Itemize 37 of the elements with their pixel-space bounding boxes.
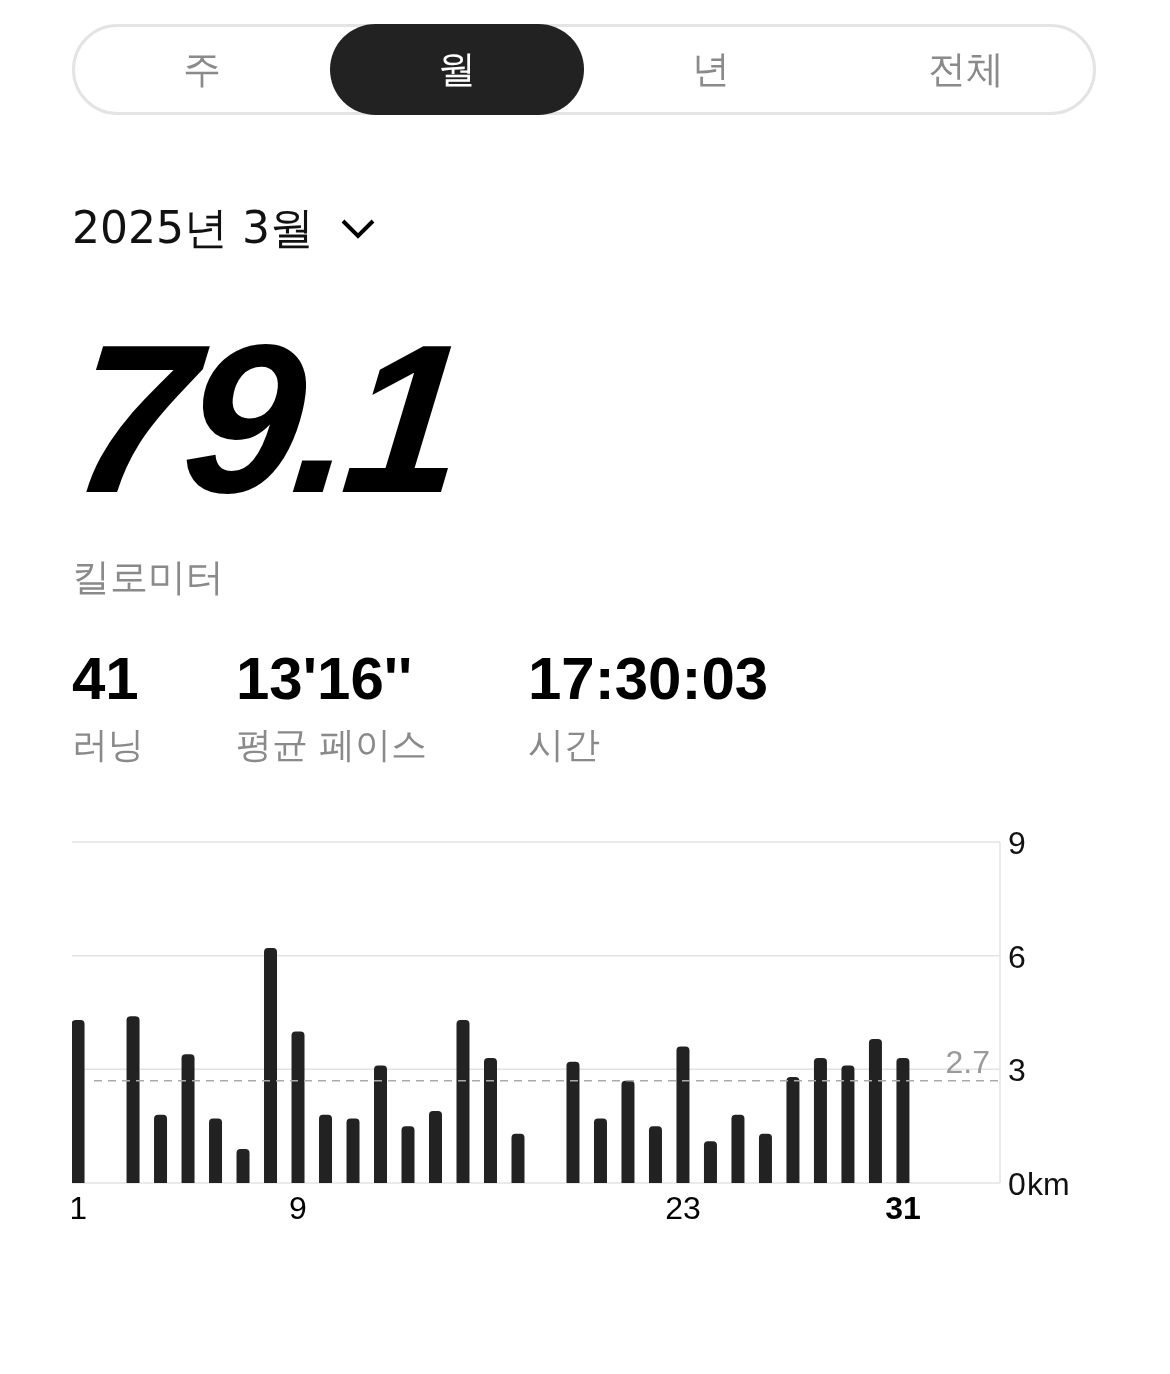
- period-tab[interactable]: 년: [584, 24, 839, 115]
- distance-bar: [429, 1111, 442, 1183]
- distance-bar: [703, 1141, 717, 1183]
- period-tab[interactable]: 전체: [838, 24, 1093, 115]
- distance-bar: [346, 1118, 360, 1183]
- y-axis-label: 9: [1008, 826, 1026, 861]
- period-tab[interactable]: 월: [329, 24, 584, 115]
- y-axis-unit: km: [1027, 1166, 1070, 1202]
- total-distance: 79.1: [66, 324, 467, 514]
- x-axis-label: 23: [665, 1190, 701, 1226]
- x-axis-label: 9: [289, 1190, 307, 1226]
- stat-value: 41: [72, 647, 140, 711]
- distance-unit: 킬로미터: [72, 554, 225, 601]
- distance-bar: [319, 1114, 332, 1183]
- stat-value: 13'16'': [236, 647, 414, 711]
- distance-bar: [758, 1133, 772, 1183]
- distance-bar: [154, 1114, 168, 1183]
- stat-value: 17:30:03: [528, 647, 769, 711]
- y-axis-label: 6: [1008, 938, 1026, 975]
- x-axis-label: 31: [885, 1190, 921, 1226]
- stat-label: 러닝: [72, 723, 145, 767]
- y-axis-label: 0: [1008, 1166, 1026, 1202]
- distance-bar: [209, 1118, 223, 1183]
- y-axis-label: 3: [1008, 1052, 1026, 1089]
- period-tab[interactable]: 주: [75, 24, 330, 115]
- distance-bar: [401, 1126, 415, 1183]
- distance-bar: [511, 1133, 525, 1183]
- distance-bar: [648, 1126, 662, 1183]
- period-dropdown[interactable]: 2025년 3월: [72, 199, 376, 258]
- distance-bar: [731, 1114, 745, 1183]
- x-axis-label: 1: [72, 1190, 87, 1226]
- distance-bar: [594, 1118, 607, 1183]
- distance-bar: [236, 1148, 250, 1183]
- average-label: 2.7: [945, 1043, 990, 1080]
- stat-label: 시간: [528, 723, 601, 767]
- stat-label: 평균 페이스: [236, 723, 429, 767]
- chevron-down-icon: [339, 217, 376, 240]
